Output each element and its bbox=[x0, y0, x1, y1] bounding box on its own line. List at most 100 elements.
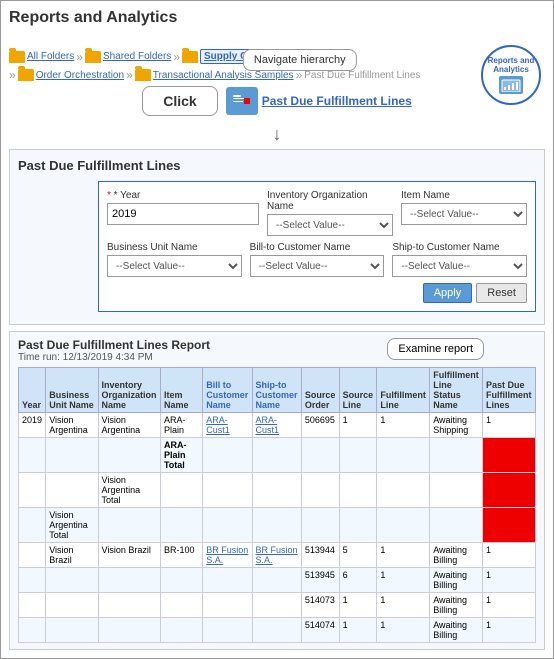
table-cell bbox=[252, 508, 301, 543]
ship-label: Ship-to Customer Name bbox=[392, 242, 527, 253]
table-cell bbox=[19, 438, 46, 473]
bc-arrow-1: » bbox=[76, 50, 83, 64]
inv-org-select[interactable]: --Select Value-- bbox=[267, 214, 393, 236]
bc-arrow-2: » bbox=[173, 50, 180, 64]
table-cell bbox=[301, 508, 339, 543]
apply-button[interactable]: Apply bbox=[423, 283, 473, 303]
table-cell: Vision Brazil bbox=[46, 543, 98, 568]
bc-order-orch[interactable]: Order Orchestration bbox=[18, 69, 124, 81]
folder-icon bbox=[9, 51, 25, 63]
table-row: 51407411Awaiting Billing1 bbox=[19, 618, 536, 643]
bc-transactional-label[interactable]: Transactional Analysis Samples bbox=[153, 70, 294, 81]
table-cell bbox=[46, 618, 98, 643]
table-cell: 1 bbox=[483, 593, 536, 618]
table-row: Vision BrazilVision BrazilBR-100BR Fusio… bbox=[19, 543, 536, 568]
table-cell: 1 bbox=[483, 413, 536, 438]
table-cell bbox=[98, 438, 160, 473]
main-box-title: Past Due Fulfillment Lines bbox=[18, 158, 536, 173]
table-cell bbox=[98, 508, 160, 543]
table-cell: 1 bbox=[339, 413, 377, 438]
table-cell: 1 bbox=[377, 568, 430, 593]
filters-wrapper: Set filters * * Year Inventory Organizat… bbox=[18, 181, 536, 312]
table-cell: BR Fusion S.A. bbox=[203, 543, 252, 568]
table-row: 51407311Awaiting Billing1 bbox=[19, 593, 536, 618]
folder-icon bbox=[85, 51, 101, 63]
table-cell: Vision Argentina Total bbox=[46, 508, 98, 543]
report-icon-box: Past Due Fulfillment Lines bbox=[226, 87, 412, 115]
table-cell bbox=[252, 618, 301, 643]
table-cell: Vision Argentina bbox=[46, 413, 98, 438]
table-row: Vision Argentina Total bbox=[19, 473, 536, 508]
table-cell: 1 bbox=[377, 618, 430, 643]
table-cell: 2019 bbox=[19, 413, 46, 438]
table-cell bbox=[98, 568, 160, 593]
table-cell: 514073 bbox=[301, 593, 339, 618]
table-row: 51394561Awaiting Billing1 bbox=[19, 568, 536, 593]
past-due-link[interactable]: Past Due Fulfillment Lines bbox=[262, 94, 412, 108]
top-nav-area: Navigate hierarchy Reports and Analytics… bbox=[9, 49, 545, 82]
table-cell: Vision Argentina bbox=[98, 413, 160, 438]
table-cell: BR Fusion S.A. bbox=[252, 543, 301, 568]
item-name-select[interactable]: --Select Value-- bbox=[401, 203, 527, 225]
table-cell: BR-100 bbox=[160, 543, 202, 568]
table-cell bbox=[203, 568, 252, 593]
bc-shared-folders-label[interactable]: Shared Folders bbox=[103, 51, 171, 62]
filter-row-1: * * Year Inventory Organization Name --S… bbox=[107, 190, 527, 236]
bc-all-folders[interactable]: All Folders bbox=[9, 51, 74, 63]
table-row: Vision Argentina Total bbox=[19, 508, 536, 543]
table-cell: Awaiting Billing bbox=[430, 568, 483, 593]
table-cell: 513945 bbox=[301, 568, 339, 593]
table-row: ARA-Plain Total bbox=[19, 438, 536, 473]
ship-select[interactable]: --Select Value-- bbox=[392, 255, 527, 277]
filter-btn-row: Apply Reset bbox=[107, 283, 527, 303]
table-cell bbox=[19, 543, 46, 568]
table-cell bbox=[98, 618, 160, 643]
table-cell bbox=[203, 473, 252, 508]
table-cell bbox=[19, 473, 46, 508]
bu-select[interactable]: --Select Value-- bbox=[107, 255, 242, 277]
table-cell bbox=[252, 473, 301, 508]
bc-past-due-label: Past Due Fulfillment Lines bbox=[304, 70, 420, 81]
table-cell bbox=[203, 618, 252, 643]
table-cell: ARA-Plain bbox=[160, 413, 202, 438]
click-bubble[interactable]: Click bbox=[142, 86, 217, 116]
table-cell bbox=[19, 568, 46, 593]
reset-button[interactable]: Reset bbox=[476, 283, 527, 303]
bc-shared-folders[interactable]: Shared Folders bbox=[85, 51, 171, 63]
bill-select[interactable]: --Select Value-- bbox=[250, 255, 385, 277]
bc-past-due: Past Due Fulfillment Lines bbox=[304, 70, 420, 81]
report-table: Year Business Unit Name Inventory Organi… bbox=[18, 367, 536, 643]
col-inv: Inventory Organization Name bbox=[98, 368, 160, 413]
col-fls: Fulfillment Line Status Name bbox=[430, 368, 483, 413]
reports-icon bbox=[499, 76, 523, 94]
table-cell bbox=[46, 438, 98, 473]
table-cell: 513944 bbox=[301, 543, 339, 568]
table-cell bbox=[46, 568, 98, 593]
table-cell: 1 bbox=[483, 543, 536, 568]
col-ship: Ship-to Customer Name bbox=[252, 368, 301, 413]
table-cell bbox=[203, 508, 252, 543]
table-cell bbox=[46, 473, 98, 508]
table-cell bbox=[301, 438, 339, 473]
table-cell: Vision Brazil bbox=[98, 543, 160, 568]
year-input[interactable] bbox=[107, 203, 259, 225]
bc-arrow-3: » bbox=[9, 68, 16, 82]
inv-org-label: Inventory Organization Name bbox=[267, 190, 393, 212]
table-cell bbox=[203, 593, 252, 618]
col-so: Source Order bbox=[301, 368, 339, 413]
col-sl: Source Line bbox=[339, 368, 377, 413]
table-cell bbox=[252, 438, 301, 473]
table-cell bbox=[252, 593, 301, 618]
bu-label: Business Unit Name bbox=[107, 242, 242, 253]
table-cell bbox=[339, 508, 377, 543]
table-cell bbox=[430, 438, 483, 473]
bc-all-folders-label[interactable]: All Folders bbox=[27, 51, 74, 62]
col-year: Year bbox=[19, 368, 46, 413]
table-cell bbox=[339, 438, 377, 473]
table-cell bbox=[483, 438, 536, 473]
page-title: Reports and Analytics bbox=[9, 9, 545, 27]
bc-order-orch-label[interactable]: Order Orchestration bbox=[36, 70, 124, 81]
table-cell: 1 bbox=[483, 618, 536, 643]
table-cell bbox=[483, 473, 536, 508]
table-cell bbox=[377, 473, 430, 508]
